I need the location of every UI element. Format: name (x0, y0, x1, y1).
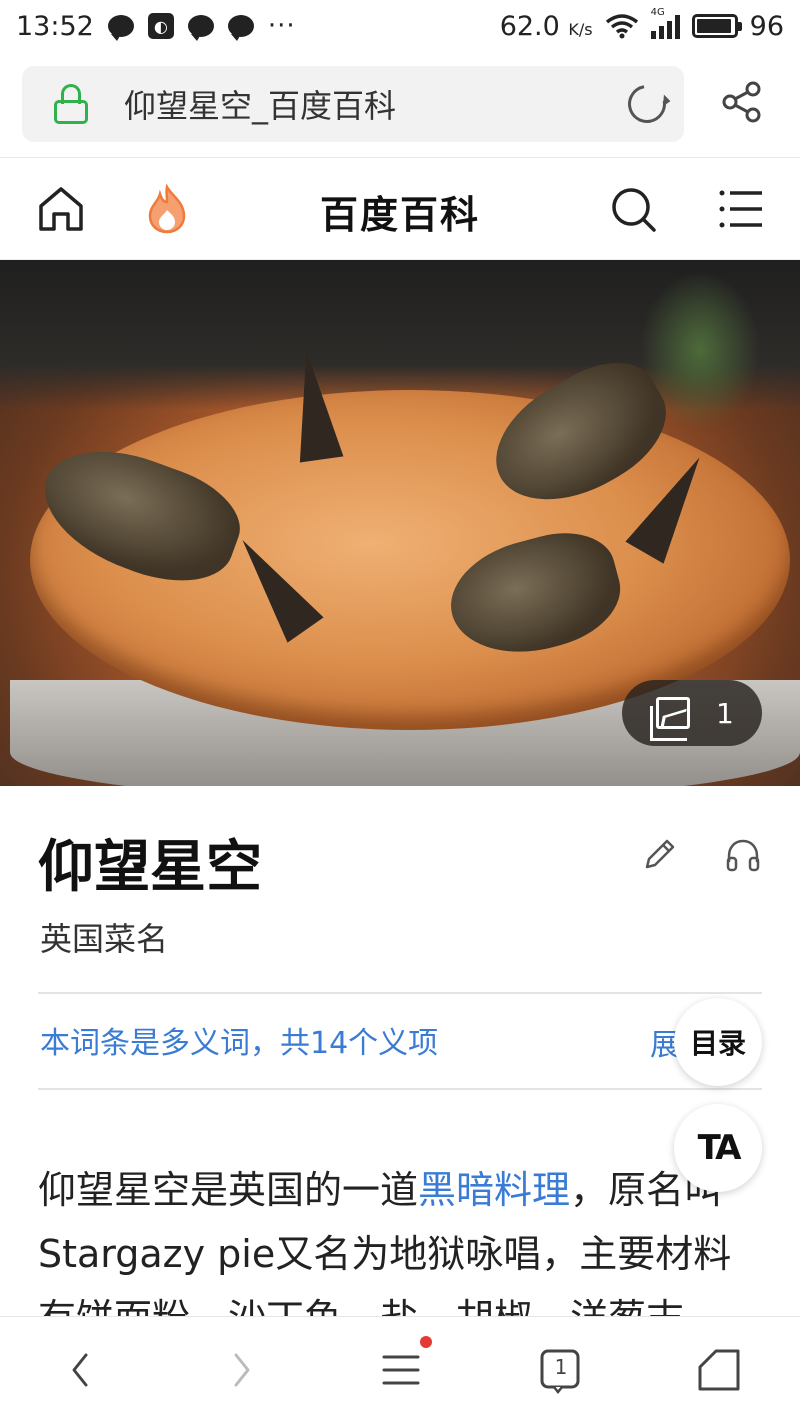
browser-menu-icon[interactable] (376, 1345, 426, 1395)
image-count: 1 (716, 696, 734, 730)
headphones-icon[interactable] (724, 836, 762, 874)
tab-count: 1 (554, 1355, 568, 1379)
wifi-icon (605, 14, 638, 39)
dark-cuisine-link[interactable]: 黑暗料理 (418, 1168, 570, 1212)
app-notification-icon: ◐ (147, 13, 174, 39)
reload-icon[interactable] (620, 77, 674, 131)
image-count-badge[interactable]: 1 (622, 680, 762, 746)
status-bar: 13:52 ◐ ··· 62.0 K/s 4G 96 (0, 0, 800, 52)
divider (38, 992, 762, 994)
message-icon (107, 15, 134, 41)
edit-icon[interactable] (642, 836, 678, 872)
site-header: 百度百科 (0, 158, 800, 260)
tabs-button[interactable]: 1 (536, 1345, 586, 1395)
search-icon[interactable] (608, 184, 658, 234)
network-speed: 62.0 K/s (499, 10, 593, 42)
toc-button[interactable]: 目录 (674, 998, 762, 1086)
message-icon (227, 15, 254, 41)
site-title[interactable]: 百度百科 (0, 184, 800, 239)
more-notifications-icon: ··· (267, 11, 296, 41)
status-time: 13:52 (16, 10, 94, 42)
message-icon (187, 15, 214, 41)
entry-summary: 仰望星空是英国的一道黑暗料理，原名叫 Stargazy pie又名为地狱咏唱，主… (38, 1168, 732, 1316)
lock-icon (54, 84, 88, 124)
divider (38, 1088, 762, 1090)
forward-icon[interactable] (216, 1345, 266, 1395)
browser-bottom-bar: 1 (0, 1316, 800, 1422)
battery-level: 96 (749, 10, 784, 42)
home-icon[interactable] (694, 1345, 744, 1395)
gallery-icon (650, 697, 690, 741)
ta-button[interactable]: TA (674, 1104, 762, 1192)
browser-address-area: 仰望星空_百度百科 (0, 52, 800, 158)
address-bar[interactable]: 仰望星空_百度百科 (22, 66, 684, 142)
entry-title: 仰望星空 (38, 835, 262, 900)
entry-subtitle: 英国菜名 (40, 920, 169, 958)
share-icon[interactable] (720, 80, 764, 124)
signal-icon: 4G (650, 7, 680, 39)
menu-icon[interactable] (716, 184, 766, 234)
polysemy-notice[interactable]: 本词条是多义词，共14个义项 (40, 1018, 438, 1062)
address-title: 仰望星空_百度百科 (124, 87, 397, 125)
battery-icon (691, 14, 742, 38)
back-icon[interactable] (56, 1345, 106, 1395)
notification-dot (420, 1336, 432, 1348)
